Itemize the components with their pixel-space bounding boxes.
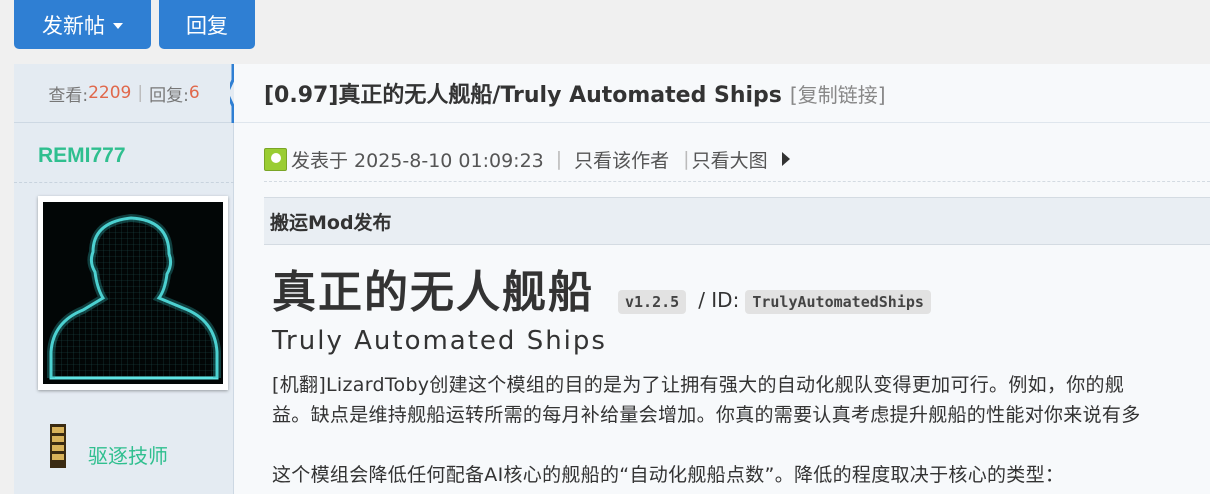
replies-label: 回复: bbox=[149, 85, 189, 106]
content-paragraph: [机翻]LizardToby创建这个模组的目的是为了让拥有强大的自动化舰队变得更… bbox=[272, 374, 1125, 396]
chevron-down-icon bbox=[113, 22, 123, 29]
content-paragraph: 益。缺点是维持舰船运转所需的每月补给量会增加。你真的需要认真考虑提升舰船的性能对… bbox=[272, 404, 1141, 426]
new-post-label: 发新帖 bbox=[42, 13, 105, 38]
avatar[interactable] bbox=[38, 196, 228, 390]
author-rank-title[interactable]: 驱逐技师 bbox=[88, 440, 168, 469]
copy-link-button[interactable]: [复制链接] bbox=[790, 79, 886, 108]
post-date: 发表于 2025-8-10 01:09:23 bbox=[291, 149, 544, 172]
content-heading-row: 真正的无人舰船 v1.2.5 / ID: TrulyAutomatedShips bbox=[272, 256, 931, 320]
post-title: [0.97]真正的无人舰船/Truly Automated Ships bbox=[264, 83, 782, 108]
new-post-button[interactable]: 发新帖 bbox=[14, 0, 151, 49]
thread-stats: 查看: 2209 | 回复: 6 bbox=[14, 64, 234, 123]
post-meta: 发表于 2025-8-10 01:09:23 | 只看该作者 | 只看大图 bbox=[264, 144, 790, 174]
content-heading: 真正的无人舰船 bbox=[272, 267, 594, 318]
divider bbox=[14, 182, 234, 183]
post-main: [0.97]真正的无人舰船/Truly Automated Ships [复制链… bbox=[234, 64, 1210, 494]
meta-divider: | bbox=[683, 148, 690, 170]
author-sidebar: 查看: 2209 | 回复: 6 REMI777 驱逐技师 bbox=[14, 64, 235, 494]
section-header: 搬运Mod发布 bbox=[264, 197, 1210, 245]
stats-divider: | bbox=[137, 83, 144, 103]
silhouette-avatar-icon bbox=[43, 202, 223, 384]
top-toolbar: 发新帖 回复 bbox=[0, 0, 1210, 64]
meta-divider: | bbox=[555, 148, 563, 170]
replies-count: 6 bbox=[188, 83, 200, 103]
rank-badge-icon bbox=[50, 424, 66, 468]
views-count: 2209 bbox=[88, 83, 132, 103]
version-tag: v1.2.5 bbox=[618, 290, 687, 314]
author-username[interactable]: REMI777 bbox=[38, 144, 126, 168]
reply-button[interactable]: 回复 bbox=[159, 0, 255, 49]
content-subtitle: Truly Automated Ships bbox=[272, 326, 607, 356]
post-title-row: [0.97]真正的无人舰船/Truly Automated Ships [复制链… bbox=[234, 64, 1210, 123]
reply-label: 回复 bbox=[186, 13, 228, 38]
views-label: 查看: bbox=[48, 85, 89, 106]
user-online-icon bbox=[264, 147, 287, 171]
content-paragraph: 这个模组会降低任何配备AI核心的舰船的“自动化舰船点数”。降低的程度取决于核心的… bbox=[272, 464, 1065, 486]
big-images-link[interactable]: 只看大图 bbox=[692, 146, 768, 173]
id-label: / ID: bbox=[698, 288, 740, 312]
mod-id-tag: TrulyAutomatedShips bbox=[745, 290, 931, 314]
divider bbox=[264, 181, 1210, 182]
caret-right-icon[interactable] bbox=[781, 152, 790, 166]
only-author-link[interactable]: 只看该作者 bbox=[574, 146, 669, 173]
